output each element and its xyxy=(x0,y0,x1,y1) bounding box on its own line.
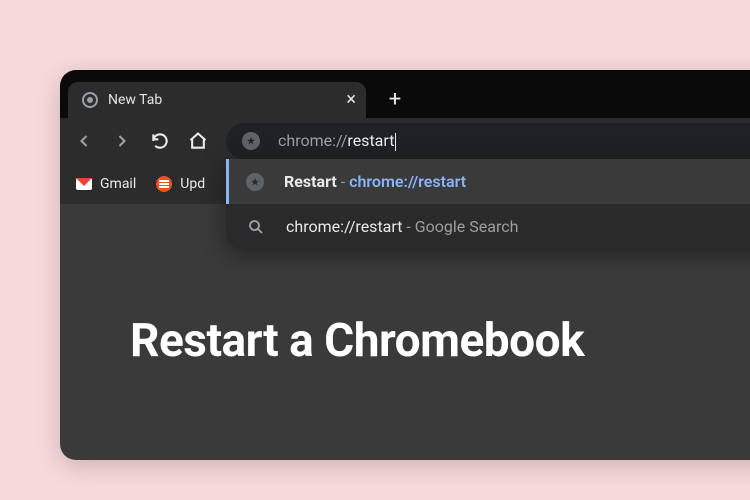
home-button[interactable] xyxy=(184,127,212,155)
tab-strip: New Tab × + xyxy=(60,70,750,118)
tab-new-tab[interactable]: New Tab × xyxy=(68,82,366,118)
url-typed: restart xyxy=(347,131,394,150)
suggestion-url: chrome://restart xyxy=(349,172,466,191)
bookmark-star-icon xyxy=(246,173,264,191)
suggestion-search[interactable]: chrome://restart - Google Search xyxy=(226,204,750,249)
url-prefix: chrome:// xyxy=(278,131,347,150)
gmail-icon xyxy=(76,178,92,190)
bookmark-star-icon xyxy=(242,132,260,150)
bookmark-label: Gmail xyxy=(100,176,136,192)
text-cursor-icon xyxy=(395,133,396,151)
search-icon xyxy=(246,217,266,237)
back-button[interactable] xyxy=(70,127,98,155)
chrome-favicon-icon xyxy=(82,92,98,108)
new-tab-button[interactable]: + xyxy=(380,84,410,114)
omnibox-suggestions: Restart - chrome://restart chrome://rest… xyxy=(226,159,750,249)
suggestion-dash: - xyxy=(337,172,349,191)
tab-title: New Tab xyxy=(108,92,162,108)
suggestion-title: Restart xyxy=(284,172,337,191)
reload-button[interactable] xyxy=(146,127,174,155)
suggestion-source: Google Search xyxy=(415,217,519,236)
bookmark-gmail[interactable]: Gmail xyxy=(76,176,136,192)
page-headline: Restart a Chromebook xyxy=(130,314,584,368)
bookmark-update[interactable]: Upd xyxy=(156,176,205,192)
bookmark-label: Upd xyxy=(180,176,205,192)
update-icon xyxy=(156,176,172,192)
browser-window: New Tab × + chrome://restart G xyxy=(60,70,750,460)
close-tab-icon[interactable]: × xyxy=(346,91,356,109)
suggestion-query: chrome://restart xyxy=(286,217,402,236)
suggestion-dash: - xyxy=(402,217,414,236)
suggestion-restart-url[interactable]: Restart - chrome://restart xyxy=(226,159,750,204)
address-bar-url: chrome://restart xyxy=(278,131,396,151)
toolbar: chrome://restart xyxy=(60,118,750,164)
suggestion-text: chrome://restart - Google Search xyxy=(286,217,518,236)
forward-button[interactable] xyxy=(108,127,136,155)
address-bar[interactable]: chrome://restart xyxy=(226,123,750,159)
suggestion-text: Restart - chrome://restart xyxy=(284,172,466,191)
